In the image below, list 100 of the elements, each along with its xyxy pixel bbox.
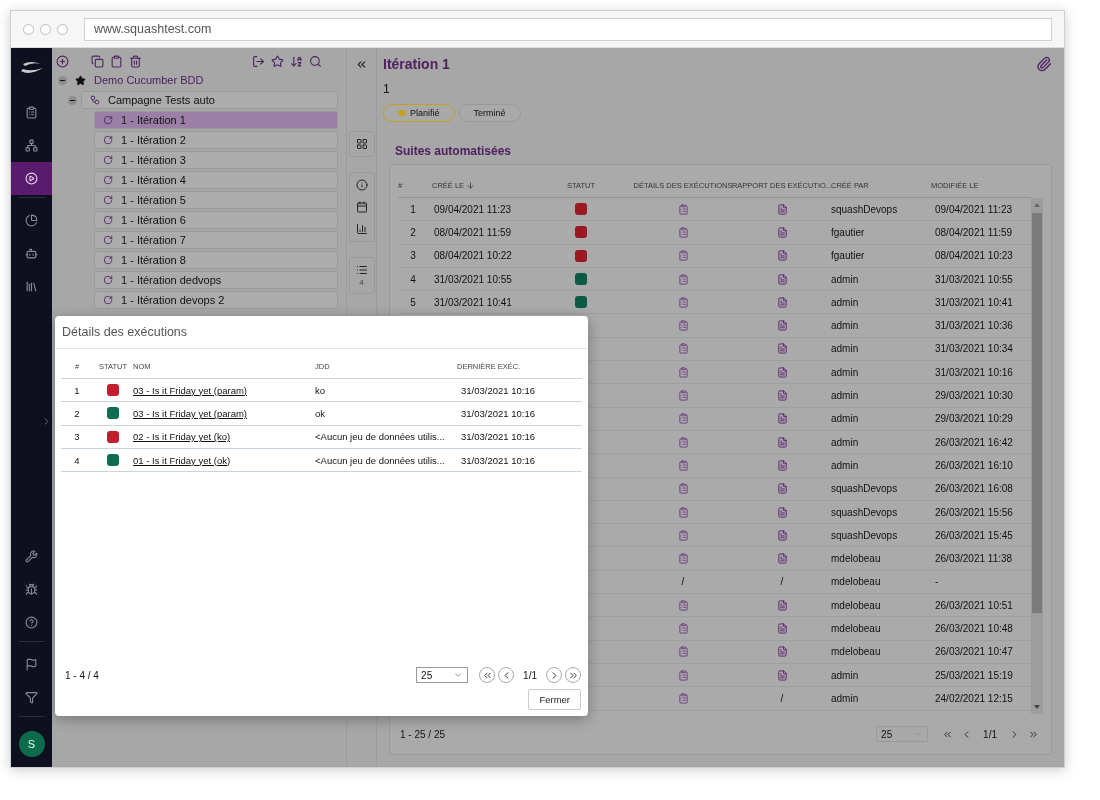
details-icon[interactable] xyxy=(677,553,689,565)
report-icon[interactable] xyxy=(776,250,788,262)
add-icon[interactable] xyxy=(56,54,69,68)
details-icon[interactable] xyxy=(677,390,689,401)
report-icon[interactable] xyxy=(776,553,788,565)
report-icon[interactable] xyxy=(776,669,788,681)
report-icon[interactable] xyxy=(776,506,788,518)
table-cell: 26/03/2021 10:47 xyxy=(935,646,1013,658)
table-cell: 31/03/2021 10:34 xyxy=(935,343,1013,355)
copy-icon[interactable] xyxy=(91,54,104,68)
status-pill[interactable]: Planifié xyxy=(383,104,455,122)
test-link[interactable]: 02 - Is it Friday yet (ko) xyxy=(133,431,231,443)
tree-item[interactable]: 1 - Itération 8 xyxy=(94,251,338,269)
report-icon[interactable] xyxy=(776,413,788,425)
report-icon[interactable] xyxy=(776,226,788,238)
delete-icon[interactable] xyxy=(129,54,142,68)
page-size-select[interactable]: 25 xyxy=(416,667,469,683)
report-icon[interactable] xyxy=(776,529,788,541)
details-icon[interactable] xyxy=(677,320,689,332)
report-icon[interactable] xyxy=(776,459,788,471)
details-icon[interactable] xyxy=(677,436,689,448)
details-icon[interactable] xyxy=(677,623,689,634)
test-link[interactable]: 03 - Is it Friday yet (param) xyxy=(133,384,248,396)
attachment-icon[interactable] xyxy=(1036,56,1052,72)
info-icon[interactable] xyxy=(355,179,368,191)
collapse-toggle[interactable] xyxy=(58,75,67,85)
details-icon[interactable] xyxy=(677,366,689,378)
tree-item[interactable]: 1 - Itération 2 xyxy=(94,131,338,149)
tree-item[interactable]: 1 - Itération dedvops xyxy=(94,271,338,289)
tree-item[interactable]: 1 - Itération 6 xyxy=(94,211,338,229)
test-link[interactable]: 03 - Is it Friday yet (param) xyxy=(133,407,248,419)
report-icon[interactable] xyxy=(776,623,788,634)
tree-item[interactable]: Campagne Tests auto xyxy=(81,91,338,109)
chart-icon[interactable] xyxy=(355,223,368,235)
details-icon[interactable] xyxy=(677,599,689,611)
page-size-select[interactable]: 25 xyxy=(876,726,929,742)
clipboard-icon[interactable] xyxy=(110,54,123,68)
test-link[interactable]: 01 - Is it Friday yet (ok) xyxy=(133,454,231,466)
details-icon[interactable] xyxy=(677,226,689,238)
first-page-button[interactable] xyxy=(479,667,496,683)
table-cell: 31/03/2021 10:16 xyxy=(461,431,535,443)
details-icon[interactable] xyxy=(677,483,689,495)
tree-item[interactable]: 1 - Itération 5 xyxy=(94,191,338,209)
details-icon[interactable] xyxy=(677,203,689,215)
calendar-icon[interactable] xyxy=(355,201,368,213)
iteration-icon xyxy=(103,115,113,125)
report-icon[interactable] xyxy=(776,320,788,332)
grid-icon[interactable] xyxy=(355,138,368,150)
details-icon[interactable] xyxy=(677,506,689,518)
details-icon[interactable] xyxy=(677,250,689,262)
details-icon[interactable] xyxy=(677,646,689,658)
collapse-icon[interactable] xyxy=(355,58,368,71)
report-icon[interactable] xyxy=(776,390,788,401)
search-icon[interactable] xyxy=(309,54,322,68)
play-icon[interactable] xyxy=(11,162,52,195)
report-icon[interactable] xyxy=(776,296,788,308)
sort-icon[interactable] xyxy=(290,54,303,68)
status-pill[interactable]: Terminé xyxy=(458,104,521,122)
details-icon[interactable] xyxy=(677,459,689,471)
report-icon[interactable] xyxy=(776,599,788,611)
tree-item[interactable]: 1 - Itération 1 xyxy=(94,111,338,129)
tree-item[interactable]: 1 - Itération 3 xyxy=(94,151,338,169)
scrollbar[interactable] xyxy=(1031,198,1043,714)
table-cell: 31/03/2021 10:41 xyxy=(935,296,1013,308)
details-icon[interactable] xyxy=(677,273,689,285)
scroll-up-icon[interactable] xyxy=(1033,201,1041,209)
report-icon[interactable] xyxy=(776,366,788,378)
report-icon[interactable] xyxy=(776,343,788,355)
star-icon[interactable] xyxy=(271,54,284,68)
report-icon[interactable] xyxy=(776,203,788,215)
tree-item[interactable]: 1 - Itération 4 xyxy=(94,171,338,189)
next-page-button[interactable] xyxy=(546,667,562,683)
user-avatar[interactable]: S xyxy=(18,731,45,757)
address-bar[interactable]: www.squashtest.com xyxy=(84,17,1052,41)
scroll-down-icon[interactable] xyxy=(1033,703,1041,711)
tree-item[interactable]: 1 - Itération devops 2 xyxy=(94,291,338,309)
details-icon[interactable] xyxy=(677,669,689,681)
export-icon[interactable] xyxy=(252,54,265,68)
tree-item[interactable]: 1 - Itération 7 xyxy=(94,231,338,249)
details-icon[interactable] xyxy=(677,529,689,541)
details-icon[interactable] xyxy=(677,343,689,355)
details-icon[interactable] xyxy=(677,296,689,308)
last-page-button[interactable] xyxy=(565,667,581,683)
report-icon[interactable] xyxy=(776,646,788,658)
report-icon[interactable] xyxy=(776,273,788,285)
details-icon[interactable] xyxy=(677,413,689,425)
table-cell: squashDevops xyxy=(831,483,898,495)
previous-page-button[interactable] xyxy=(498,667,515,683)
details-icon[interactable] xyxy=(677,692,689,704)
collapse-toggle[interactable] xyxy=(68,95,77,105)
tree-item[interactable]: Demo Cucumber BDD xyxy=(94,74,204,86)
close-button[interactable]: Fermer xyxy=(528,689,581,710)
list-icon[interactable] xyxy=(355,264,368,276)
table-cell: 31/03/2021 10:55 xyxy=(434,273,512,285)
table-cell: mdelobeau xyxy=(831,646,881,658)
report-icon[interactable] xyxy=(776,483,788,495)
iteration-icon xyxy=(103,155,113,165)
table-cell: 31/03/2021 10:41 xyxy=(434,296,512,308)
reference-text: 1 xyxy=(383,82,391,96)
report-icon[interactable] xyxy=(776,436,788,448)
